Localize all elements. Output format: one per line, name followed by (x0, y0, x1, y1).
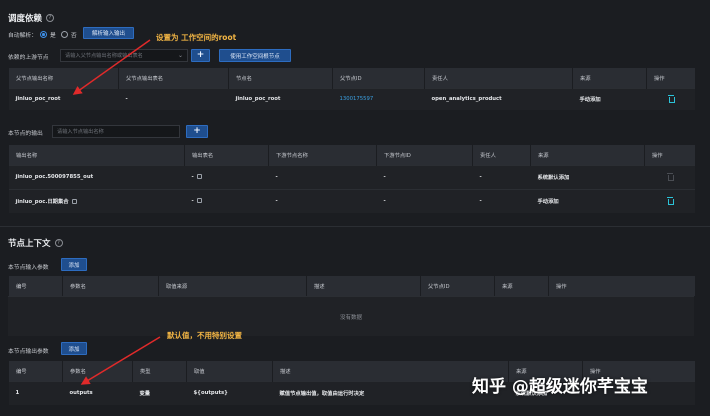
annotation-default-note: 默认值，不用特别设置 (167, 331, 242, 340)
arrow-root (72, 39, 151, 95)
page: 调度依赖 ? 自动解析： 是 否 解析输入输出 依赖的上游节点 请输入父节点输出… (0, 0, 710, 416)
watermark: 知乎 @超级迷你芊宝宝 (472, 377, 648, 397)
arrow-default (80, 336, 161, 385)
annotation-arrows (72, 39, 161, 385)
annotation-root-note: 设置为 工作空间的root (156, 33, 237, 42)
